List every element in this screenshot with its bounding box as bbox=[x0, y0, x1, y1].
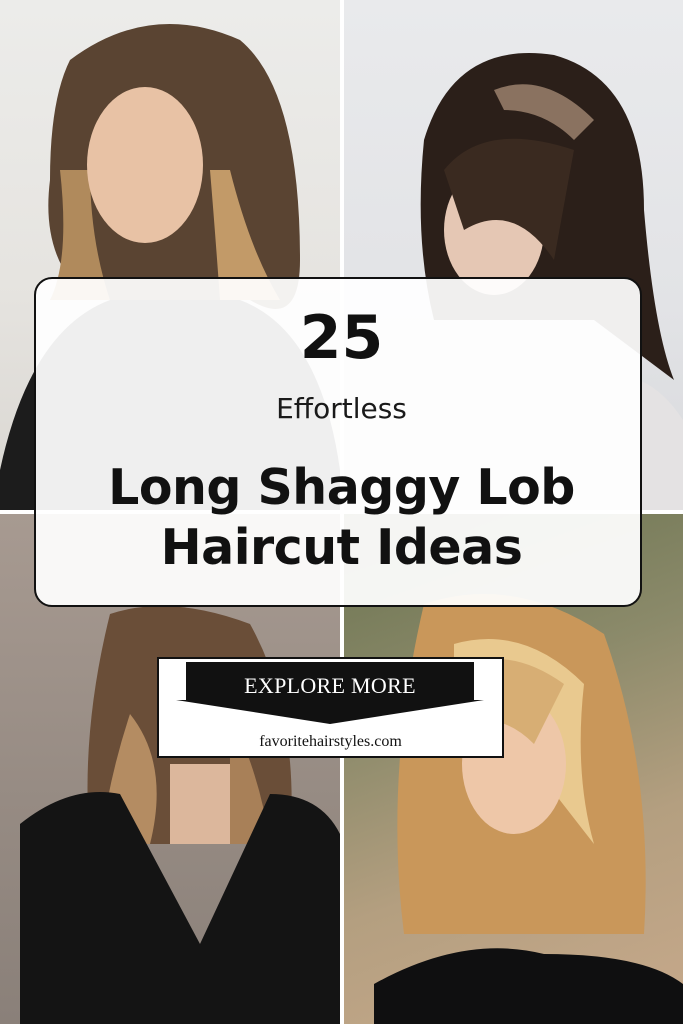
subtitle: Effortless bbox=[276, 392, 407, 425]
listicle-count: 25 bbox=[299, 303, 384, 373]
headline: Long Shaggy Lob Haircut Ideas bbox=[108, 459, 575, 576]
site-url[interactable]: favoritehairstyles.com bbox=[157, 730, 504, 754]
explore-more-label[interactable]: EXPLORE MORE bbox=[176, 666, 484, 706]
